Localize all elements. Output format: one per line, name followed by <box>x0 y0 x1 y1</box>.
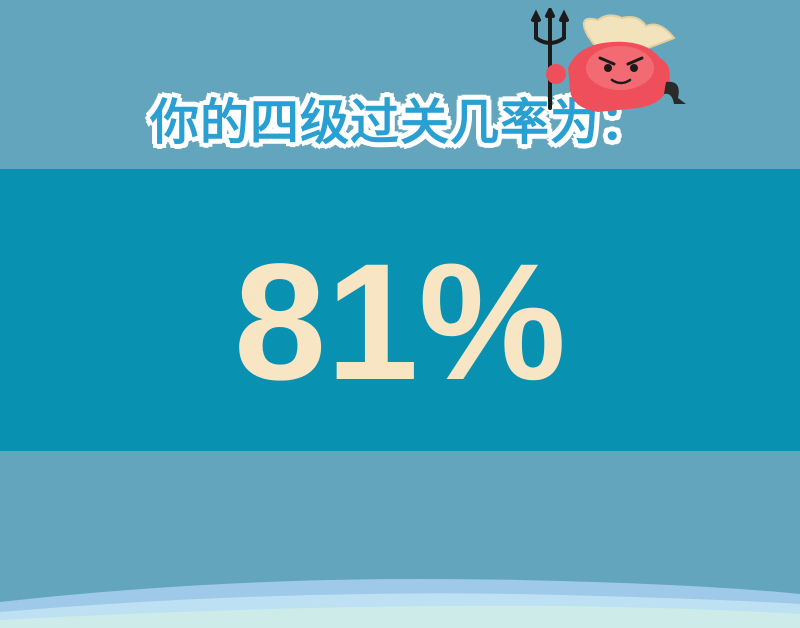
trident-icon <box>531 8 569 110</box>
bottom-waves <box>0 578 800 628</box>
pass-rate-value: 81% <box>233 230 567 415</box>
devil-mascot-icon <box>531 8 686 112</box>
result-page: 你的四级过关几率为： 81% <box>0 0 800 628</box>
